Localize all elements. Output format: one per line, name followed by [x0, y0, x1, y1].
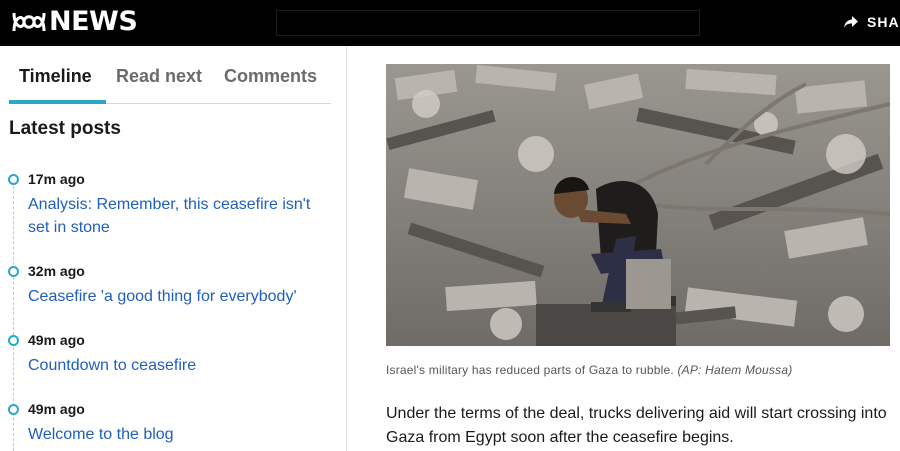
- top-navigation-bar: NEWS SHA: [0, 0, 900, 46]
- timeline-dot-icon: [8, 266, 19, 277]
- tab-timeline[interactable]: Timeline: [19, 62, 92, 104]
- share-button[interactable]: SHA: [843, 12, 900, 32]
- article-photo: [386, 64, 890, 346]
- post-time: 17m ago: [28, 171, 85, 187]
- post-link[interactable]: Analysis: Remember, this ceasefire isn't…: [28, 193, 328, 239]
- post-time: 49m ago: [28, 332, 85, 348]
- caption-credit: (AP: Hatem Moussa): [677, 363, 793, 377]
- post-time: 32m ago: [28, 263, 85, 279]
- tab-comments[interactable]: Comments: [224, 62, 317, 104]
- sidebar-tabs: Timeline Read next Comments: [9, 62, 331, 104]
- latest-posts-heading: Latest posts: [9, 118, 121, 139]
- tab-read-next[interactable]: Read next: [116, 62, 202, 104]
- caption-text: Israel's military has reduced parts of G…: [386, 363, 674, 377]
- live-blog-sidebar: Timeline Read next Comments Latest posts…: [0, 46, 347, 451]
- share-label: SHA: [867, 14, 900, 30]
- abc-news-logo[interactable]: NEWS: [12, 6, 138, 37]
- post-time: 49m ago: [28, 401, 85, 417]
- share-arrow-icon: [844, 16, 858, 28]
- timeline-dot-icon: [8, 404, 19, 415]
- image-caption: Israel's military has reduced parts of G…: [386, 363, 792, 377]
- article-paragraph: Under the terms of the deal, trucks deli…: [386, 405, 887, 446]
- abc-logo-icon: [12, 12, 46, 32]
- post-link[interactable]: Welcome to the blog: [28, 423, 328, 446]
- post-link[interactable]: Countdown to ceasefire: [28, 354, 328, 377]
- rubble-photo-graphic: [386, 64, 890, 346]
- active-tab-indicator: [9, 100, 106, 104]
- post-link[interactable]: Ceasefire 'a good thing for everybody': [28, 285, 328, 308]
- timeline-dot-icon: [8, 335, 19, 346]
- search-region: [276, 10, 700, 36]
- timeline-dot-icon: [8, 174, 19, 185]
- logo-wordmark: NEWS: [49, 6, 138, 37]
